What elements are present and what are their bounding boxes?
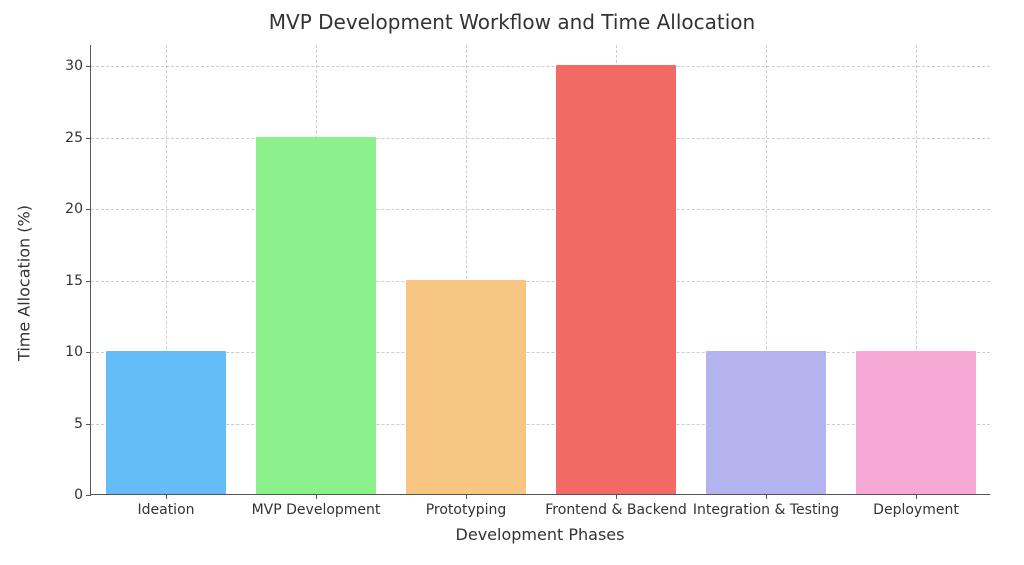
x-tick-label: Frontend & Backend [545,502,686,518]
x-axis-label: Development Phases [90,525,990,544]
y-gridline [91,281,990,282]
bar [556,65,676,494]
x-tick-label: Deployment [873,502,959,518]
y-tick [86,495,91,496]
x-tick [766,494,767,499]
bar [706,351,826,494]
x-tick [916,494,917,499]
x-tick [616,494,617,499]
plot-area: 051015202530IdeationMVP DevelopmentProto… [90,45,990,495]
y-tick-label: 10 [65,344,83,360]
x-tick-label: Integration & Testing [693,502,839,518]
y-tick-label: 15 [65,273,83,289]
y-axis-label: Time Allocation (%) [15,205,34,361]
x-tick-label: Ideation [137,502,194,518]
y-tick-label: 0 [74,487,83,503]
y-tick [86,281,91,282]
chart-title: MVP Development Workflow and Time Alloca… [0,10,1024,34]
bar [106,351,226,494]
y-tick [86,424,91,425]
bar [406,280,526,494]
x-tick [466,494,467,499]
y-gridline [91,209,990,210]
x-tick-label: Prototyping [426,502,507,518]
y-tick [86,138,91,139]
y-tick [86,352,91,353]
y-tick [86,66,91,67]
y-gridline [91,138,990,139]
y-tick [86,209,91,210]
y-tick-label: 30 [65,58,83,74]
chart-container: MVP Development Workflow and Time Alloca… [0,0,1024,565]
x-tick [166,494,167,499]
y-tick-label: 25 [65,130,83,146]
bar [256,137,376,494]
y-gridline [91,66,990,67]
x-tick-label: MVP Development [252,502,381,518]
bar [856,351,976,494]
x-tick [316,494,317,499]
y-tick-label: 5 [74,416,83,432]
y-tick-label: 20 [65,201,83,217]
